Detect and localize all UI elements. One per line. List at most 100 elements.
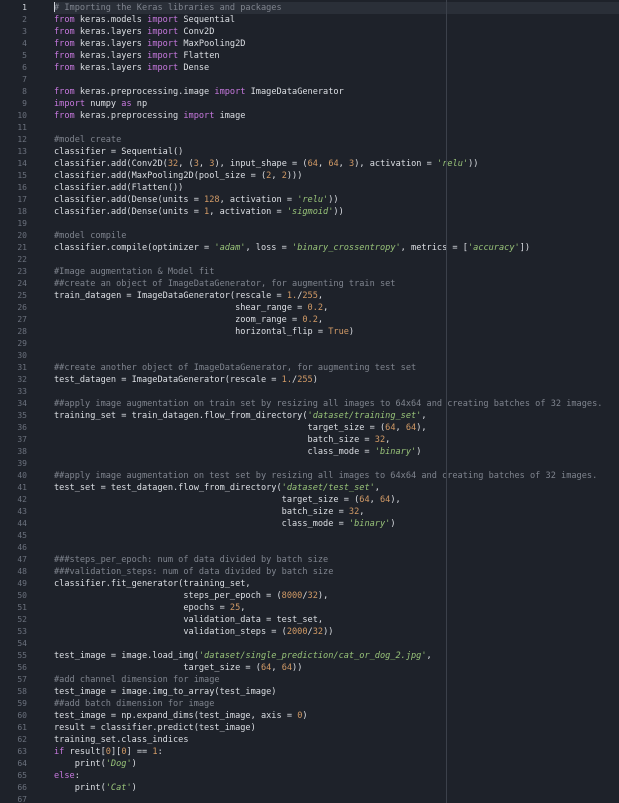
- code-line[interactable]: classifier.fit_generator(training_set,: [54, 578, 619, 590]
- code-token: 'binary_crossentropy': [292, 243, 401, 253]
- code-line[interactable]: ###steps_per_epoch: num of data divided …: [54, 554, 619, 566]
- code-token: 'accuracy': [467, 243, 520, 253]
- line-number: 52: [17, 615, 27, 624]
- code-line[interactable]: [54, 122, 619, 134]
- code-line[interactable]: ##create an object of ImageDataGenerator…: [54, 278, 619, 290]
- code-line[interactable]: shear_range = 0.2,: [54, 302, 619, 314]
- code-line[interactable]: class_mode = 'binary'): [54, 446, 619, 458]
- code-line[interactable]: target_size = (64, 64),: [54, 494, 619, 506]
- code-line[interactable]: target_size = (64, 64),: [54, 422, 619, 434]
- code-line[interactable]: ##create another object of ImageDataGene…: [54, 362, 619, 374]
- code-line[interactable]: batch_size = 32,: [54, 506, 619, 518]
- code-line[interactable]: [54, 338, 619, 350]
- code-line[interactable]: classifier.add(Conv2D(32, (3, 3), input_…: [54, 158, 619, 170]
- code-line[interactable]: #model compile: [54, 230, 619, 242]
- line-number: 38: [17, 447, 27, 456]
- code-line[interactable]: ##add batch dimension for image: [54, 698, 619, 710]
- code-token: ] ==: [126, 747, 153, 757]
- code-line[interactable]: class_mode = 'binary'): [54, 518, 619, 530]
- line-number: 10: [17, 111, 27, 120]
- code-line[interactable]: epochs = 25,: [54, 602, 619, 614]
- code-line[interactable]: print('Cat'): [54, 782, 619, 794]
- code-line[interactable]: training_set.class_indices: [54, 734, 619, 746]
- code-line[interactable]: classifier.add(Dense(units = 128, activa…: [54, 194, 619, 206]
- code-line[interactable]: classifier.compile(optimizer = 'adam', l…: [54, 242, 619, 254]
- code-line[interactable]: #add channel dimension for image: [54, 674, 619, 686]
- code-line[interactable]: from keras.models import Sequential: [54, 14, 619, 26]
- code-line[interactable]: ##apply image augmentation on train set …: [54, 398, 619, 410]
- line-number: 42: [17, 495, 27, 504]
- code-token: , activation =: [209, 207, 287, 217]
- code-line[interactable]: test_image = np.expand_dims(test_image, …: [54, 710, 619, 722]
- code-token: import: [147, 63, 179, 73]
- code-line[interactable]: print('Dog'): [54, 758, 619, 770]
- code-line[interactable]: zoom_range = 0.2,: [54, 314, 619, 326]
- code-token: target_size = (: [54, 663, 261, 673]
- code-line[interactable]: classifier.add(MaxPooling2D(pool_size = …: [54, 170, 619, 182]
- line-number: 49: [17, 579, 27, 588]
- code-line[interactable]: from keras.preprocessing import image: [54, 110, 619, 122]
- line-number-gutter: 1 2 3 4 5 6 7 8 9 10 11 12 13 14 15 16 17 18 19 20 21 22 23 24 2…: [0, 0, 44, 803]
- code-line[interactable]: from keras.layers import Conv2D: [54, 26, 619, 38]
- code-line[interactable]: validation_steps = (2000/32)): [54, 626, 619, 638]
- line-number: 22: [17, 255, 27, 264]
- code-token: test_datagen = ImageDataGenerator(rescal…: [54, 375, 282, 385]
- code-line[interactable]: horizontal_flip = True): [54, 326, 619, 338]
- code-line[interactable]: from keras.layers import MaxPooling2D: [54, 38, 619, 50]
- code-line[interactable]: # Importing the Keras libraries and pack…: [54, 2, 619, 14]
- code-token: steps_per_epoch = (: [54, 591, 282, 601]
- code-token: )): [468, 159, 479, 169]
- code-line[interactable]: from keras.preprocessing.image import Im…: [54, 86, 619, 98]
- code-line[interactable]: [54, 386, 619, 398]
- code-line[interactable]: [54, 530, 619, 542]
- line-number: 11: [17, 123, 27, 132]
- code-line[interactable]: [54, 458, 619, 470]
- code-line[interactable]: train_datagen = ImageDataGenerator(resca…: [54, 290, 619, 302]
- code-line[interactable]: [54, 542, 619, 554]
- code-token: from: [54, 27, 75, 37]
- code-line[interactable]: classifier.add(Flatten()): [54, 182, 619, 194]
- code-line[interactable]: if result[0][0] == 1:: [54, 746, 619, 758]
- code-line[interactable]: training_set = train_datagen.flow_from_d…: [54, 410, 619, 422]
- code-line[interactable]: [54, 254, 619, 266]
- line-number: 31: [17, 363, 27, 372]
- code-line[interactable]: classifier.add(Dense(units = 1, activati…: [54, 206, 619, 218]
- code-line[interactable]: from keras.layers import Flatten: [54, 50, 619, 62]
- code-line[interactable]: import numpy as np: [54, 98, 619, 110]
- code-line[interactable]: test_set = test_datagen.flow_from_direct…: [54, 482, 619, 494]
- code-line[interactable]: test_datagen = ImageDataGenerator(rescal…: [54, 374, 619, 386]
- code-line[interactable]: from keras.layers import Dense: [54, 62, 619, 74]
- code-line[interactable]: test_image = image.img_to_array(test_ima…: [54, 686, 619, 698]
- code-line[interactable]: [54, 350, 619, 362]
- code-line[interactable]: ##apply image augmentation on test set b…: [54, 470, 619, 482]
- code-token: classifier.add(Dense(units =: [54, 195, 205, 205]
- code-line[interactable]: else:: [54, 770, 619, 782]
- code-line[interactable]: [54, 74, 619, 86]
- code-token: class_mode =: [54, 519, 349, 529]
- line-number: 26: [17, 303, 27, 312]
- code-line[interactable]: #Image augmentation & Model fit: [54, 266, 619, 278]
- code-token: as: [121, 99, 132, 109]
- line-number: 20: [17, 231, 27, 240]
- line-number: 16: [17, 183, 27, 192]
- code-line[interactable]: classifier = Sequential(): [54, 146, 619, 158]
- code-line[interactable]: result = classifier.predict(test_image): [54, 722, 619, 734]
- code-token: #add channel dimension for image: [54, 675, 220, 685]
- code-line[interactable]: steps_per_epoch = (8000/32),: [54, 590, 619, 602]
- code-line[interactable]: batch_size = 32,: [54, 434, 619, 446]
- code-line[interactable]: [54, 218, 619, 230]
- code-editor[interactable]: 1 2 3 4 5 6 7 8 9 10 11 12 13 14 15 16 17 18 19 20 21 22 23 24 2…: [0, 0, 619, 803]
- code-line[interactable]: validation_data = test_set,: [54, 614, 619, 626]
- code-line[interactable]: [54, 638, 619, 650]
- code-line[interactable]: test_image = image.load_img('dataset/sin…: [54, 650, 619, 662]
- code-line[interactable]: #model create: [54, 134, 619, 146]
- code-line[interactable]: ###validation_steps: num of data divided…: [54, 566, 619, 578]
- line-number: 64: [17, 759, 27, 768]
- code-line[interactable]: target_size = (64, 64)): [54, 662, 619, 674]
- code-line[interactable]: [54, 794, 619, 803]
- code-token: batch_size =: [54, 507, 349, 517]
- code-token: ): [312, 375, 318, 385]
- code-area[interactable]: # Importing the Keras libraries and pack…: [54, 0, 619, 803]
- wrap-guide: [446, 0, 447, 803]
- code-token: ),: [416, 423, 427, 433]
